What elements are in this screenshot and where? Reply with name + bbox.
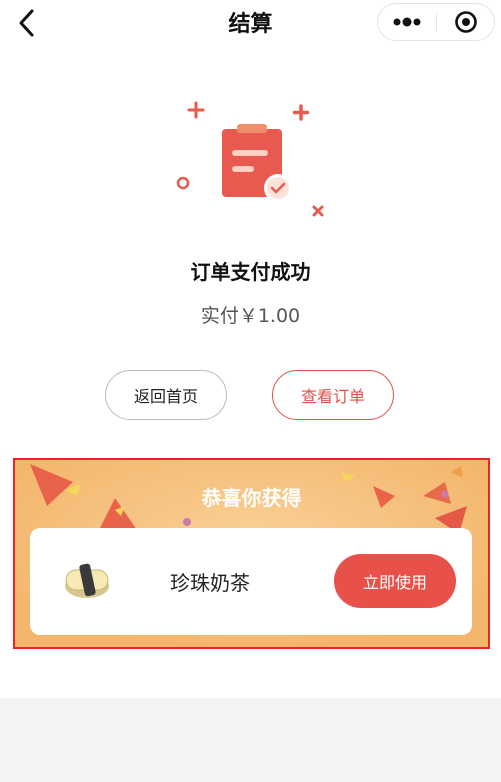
sushi-icon [65, 563, 109, 598]
payment-success-title: 订单支付成功 [190, 260, 311, 284]
view-order-button[interactable]: 查看订单 [272, 370, 394, 420]
nav-bar: 结算 [0, 0, 501, 46]
reward-title: 恭喜你获得 [201, 486, 302, 510]
back-home-button[interactable]: 返回首页 [105, 370, 227, 420]
mini-program-capsule [377, 3, 495, 41]
reward-item-name: 珍珠奶茶 [170, 571, 250, 595]
more-button[interactable] [378, 4, 436, 40]
footer-background [0, 698, 501, 782]
paid-amount: 实付￥1.00 [200, 305, 301, 327]
reward-banner: 恭喜你获得 珍珠奶茶 立即使用 [13, 458, 490, 649]
clipboard-check-icon [176, 101, 324, 217]
close-mini-program-button[interactable] [437, 4, 495, 40]
target-circle-icon [455, 11, 477, 33]
reward-card: 珍珠奶茶 立即使用 [30, 528, 472, 635]
more-dots-icon [393, 17, 421, 27]
use-now-button[interactable]: 立即使用 [334, 554, 456, 608]
